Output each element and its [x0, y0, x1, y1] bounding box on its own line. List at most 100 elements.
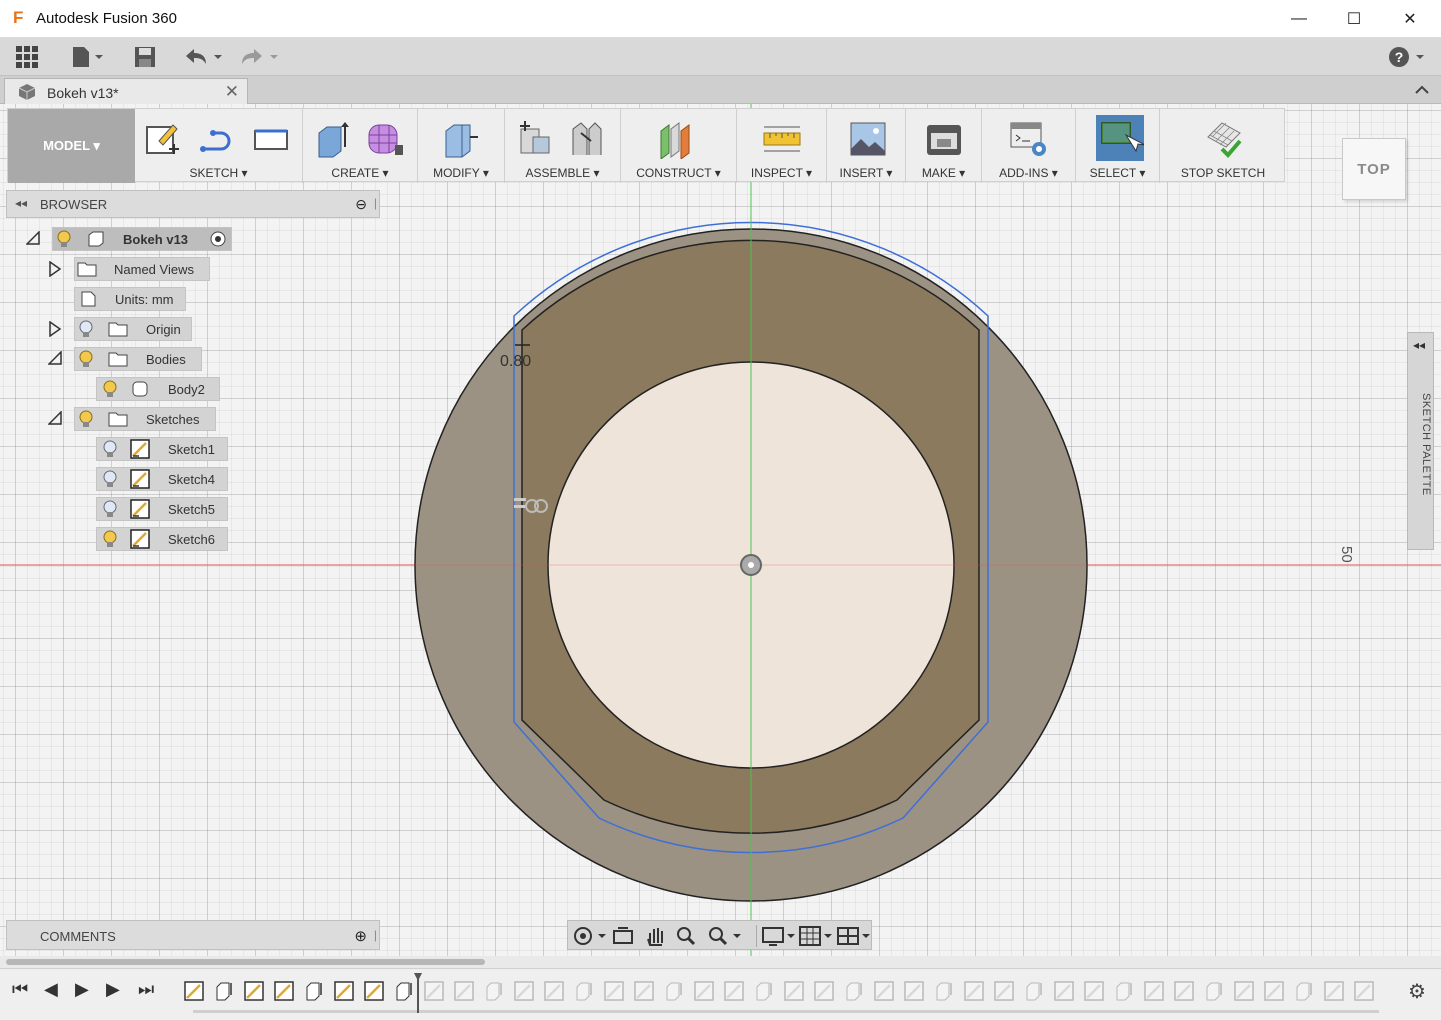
timeline-extrude-feature-icon[interactable]	[844, 981, 864, 1001]
select-group[interactable]: SELECT ▾	[1076, 109, 1160, 183]
tree-node-origin[interactable]: Origin	[48, 317, 194, 341]
fit-zoom-icon[interactable]	[706, 925, 742, 947]
play-icon[interactable]: ▶	[75, 979, 89, 1000]
timeline-sketch-feature-icon[interactable]	[424, 981, 444, 1001]
timeline-extrude-feature-icon[interactable]	[934, 981, 954, 1001]
tree-node-sketch4[interactable]: Sketch4	[96, 467, 230, 491]
timeline-sketch-feature-icon[interactable]	[544, 981, 564, 1001]
view-cube-top[interactable]: TOP	[1342, 138, 1406, 200]
line-tool-icon[interactable]	[197, 119, 237, 159]
visibility-bulb-off-icon[interactable]	[103, 470, 117, 488]
collapsed-triangle-icon[interactable]	[48, 320, 62, 340]
timeline-sketch-feature-icon[interactable]	[334, 981, 354, 1001]
display-settings-icon[interactable]	[756, 925, 797, 947]
collapse-toolbar-chevron-icon[interactable]	[1414, 83, 1430, 95]
redo-icon[interactable]	[238, 44, 280, 70]
add-ins-group[interactable]: ADD-INS ▾	[982, 109, 1076, 183]
create-sketch-icon[interactable]	[143, 119, 183, 159]
viewports-icon[interactable]	[836, 925, 872, 947]
timeline-sketch-feature-icon[interactable]	[994, 981, 1014, 1001]
save-icon[interactable]	[132, 44, 158, 70]
timeline-sketch-feature-icon[interactable]	[184, 981, 204, 1001]
timeline-sketch-feature-icon[interactable]	[274, 981, 294, 1001]
timeline-sketch-feature-icon[interactable]	[1144, 981, 1164, 1001]
visibility-bulb-on-icon[interactable]	[79, 410, 93, 428]
form-icon[interactable]	[365, 119, 405, 159]
go-to-end-icon[interactable]: ⏭	[138, 979, 154, 1000]
tree-node-sketch5[interactable]: Sketch5	[96, 497, 230, 521]
timeline-marker-icon[interactable]	[414, 973, 422, 1013]
maximize-button[interactable]: ☐	[1331, 0, 1377, 38]
timeline-sketch-feature-icon[interactable]	[964, 981, 984, 1001]
timeline-settings-gear-icon[interactable]: ⚙	[1408, 979, 1426, 1004]
timeline-extrude-feature-icon[interactable]	[664, 981, 684, 1001]
tree-node-body2[interactable]: Body2	[96, 377, 222, 401]
timeline-sketch-feature-icon[interactable]	[604, 981, 624, 1001]
tree-node-sketch1[interactable]: Sketch1	[96, 437, 230, 461]
construct-group[interactable]: CONSTRUCT ▾	[621, 109, 737, 183]
comments-pin-icon[interactable]: |	[374, 928, 377, 942]
inspect-group[interactable]: INSPECT ▾	[737, 109, 827, 183]
timeline-extrude-feature-icon[interactable]	[394, 981, 414, 1001]
rectangle-tool-icon[interactable]	[251, 119, 291, 159]
expand-palette-icon[interactable]: ◂◂	[1413, 338, 1425, 352]
timeline-extrude-feature-icon[interactable]	[484, 981, 504, 1001]
close-tab-icon[interactable]: ✕	[225, 82, 239, 102]
timeline-extrude-feature-icon[interactable]	[1024, 981, 1044, 1001]
timeline-sketch-feature-icon[interactable]	[514, 981, 534, 1001]
press-pull-icon[interactable]	[440, 119, 480, 159]
file-menu-icon[interactable]	[68, 44, 106, 70]
tree-node-units[interactable]: Units: mm	[74, 287, 188, 311]
timeline-sketch-feature-icon[interactable]	[814, 981, 834, 1001]
comments-panel[interactable]: COMMENTS ⊕ |	[6, 920, 380, 950]
document-tab[interactable]: Bokeh v13* ✕	[4, 78, 248, 105]
workspace-switcher-button[interactable]: MODEL ▾	[8, 109, 135, 183]
measure-icon[interactable]	[762, 119, 802, 159]
orbit-icon[interactable]	[572, 925, 608, 947]
timeline-sketch-feature-icon[interactable]	[1234, 981, 1254, 1001]
expanded-triangle-icon[interactable]	[47, 350, 62, 368]
timeline-sketch-feature-icon[interactable]	[1324, 981, 1344, 1001]
visibility-bulb-off-icon[interactable]	[103, 440, 117, 458]
browser-pin-icon[interactable]: |	[374, 196, 377, 210]
close-window-button[interactable]: ✕	[1387, 0, 1433, 38]
step-back-icon[interactable]: ◀	[44, 979, 58, 1000]
timeline-sketch-feature-icon[interactable]	[364, 981, 384, 1001]
visibility-bulb-on-icon[interactable]	[57, 230, 71, 248]
timeline-sketch-feature-icon[interactable]	[244, 981, 264, 1001]
timeline-sketch-feature-icon[interactable]	[724, 981, 744, 1001]
grid-settings-icon[interactable]	[798, 925, 834, 947]
timeline-scrollbar[interactable]	[0, 956, 1441, 968]
3d-print-icon[interactable]	[924, 119, 964, 159]
browser-collapse-icon[interactable]: ◂◂	[15, 196, 27, 210]
tree-root-node[interactable]: Bokeh v13	[25, 227, 240, 251]
timeline-sketch-feature-icon[interactable]	[1264, 981, 1284, 1001]
zoom-icon[interactable]	[674, 925, 698, 947]
timeline-extrude-feature-icon[interactable]	[214, 981, 234, 1001]
timeline-sketch-feature-icon[interactable]	[694, 981, 714, 1001]
timeline-sketch-feature-icon[interactable]	[454, 981, 474, 1001]
joint-icon[interactable]	[567, 119, 607, 159]
sketch-palette-panel[interactable]: ◂◂ SKETCH PALETTE	[1407, 332, 1434, 550]
timeline-sketch-feature-icon[interactable]	[634, 981, 654, 1001]
timeline-extrude-feature-icon[interactable]	[1204, 981, 1224, 1001]
modify-group[interactable]: MODIFY ▾	[418, 109, 505, 183]
timeline-sketch-feature-icon[interactable]	[1054, 981, 1074, 1001]
browser-minimize-icon[interactable]: ⊖	[355, 196, 367, 213]
make-group[interactable]: MAKE ▾	[906, 109, 982, 183]
go-to-start-icon[interactable]: ⏮	[12, 979, 28, 1000]
extrude-icon[interactable]	[313, 119, 353, 159]
select-window-icon[interactable]	[1096, 115, 1144, 161]
visibility-bulb-off-icon[interactable]	[79, 320, 93, 338]
look-at-icon[interactable]	[612, 925, 636, 947]
visibility-bulb-on-icon[interactable]	[103, 380, 117, 398]
tree-node-bodies[interactable]: Bodies	[47, 347, 204, 371]
stop-sketch-icon[interactable]	[1204, 119, 1244, 159]
insert-image-icon[interactable]	[848, 119, 888, 159]
dimension-label[interactable]: 0.80	[500, 353, 531, 370]
visibility-bulb-off-icon[interactable]	[103, 500, 117, 518]
add-comment-icon[interactable]: ⊕	[354, 927, 367, 945]
timeline-sketch-feature-icon[interactable]	[1354, 981, 1374, 1001]
collapsed-triangle-icon[interactable]	[48, 260, 62, 280]
minimize-button[interactable]: —	[1276, 0, 1322, 38]
